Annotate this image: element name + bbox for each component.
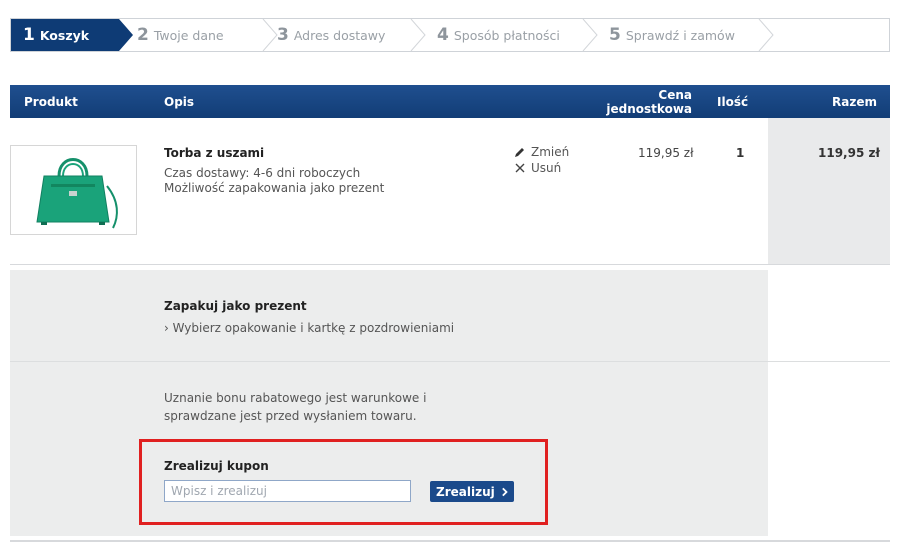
gift-wrap-availability: Możliwość zapakowania jako prezent <box>164 181 385 195</box>
total-column <box>768 118 890 265</box>
chevron-right-icon <box>501 487 508 496</box>
cart-item-row <box>10 118 890 265</box>
delivery-time: Czas dostawy: 4-6 dni roboczych <box>164 166 361 180</box>
step-label: Sposób płatności <box>453 27 560 43</box>
step-arrow <box>119 19 133 51</box>
step-label: Koszyk <box>39 27 90 43</box>
header-description: Opis <box>164 94 195 109</box>
header-unit-price-line1: Cena <box>658 87 692 102</box>
product-title[interactable]: Torba z uszami <box>164 146 264 160</box>
pencil-icon <box>515 148 524 157</box>
gift-wrap-side <box>768 270 890 362</box>
change-label: Zmień <box>531 145 570 159</box>
step-label: Twoje dane <box>153 27 224 43</box>
coupon-side <box>768 362 890 536</box>
header-unit-price-line2: jednostkowa <box>606 101 692 116</box>
remove-label: Usuń <box>531 161 562 175</box>
coupon-title: Zrealizuj kupon <box>164 459 269 473</box>
divider <box>10 540 890 542</box>
redeem-coupon-button[interactable]: Zrealizuj <box>430 481 514 502</box>
change-item-button[interactable]: Zmień <box>514 145 569 159</box>
step-label: Adres dostawy <box>293 27 386 43</box>
step-separator <box>582 19 598 51</box>
step-number: 2 <box>137 25 149 45</box>
step-label: Sprawdź i zamów <box>625 27 735 43</box>
item-total: 119,95 zł <box>818 146 880 160</box>
step-cart[interactable]: 1 Koszyk <box>11 19 119 51</box>
unit-price: 119,95 zł <box>638 146 694 160</box>
cart-table-header: Produkt Opis Cena jednostkowa Ilość Raze… <box>10 85 890 118</box>
step-number: 4 <box>437 25 449 45</box>
step-payment-method[interactable]: 4 Sposób płatności <box>437 19 560 51</box>
divider <box>10 264 890 265</box>
gift-wrap-section <box>10 270 768 361</box>
header-total: Razem <box>832 94 877 109</box>
step-review-order[interactable]: 5 Sprawdź i zamów <box>609 19 735 51</box>
redeem-button-label: Zrealizuj <box>436 484 495 499</box>
step-number: 1 <box>23 25 35 45</box>
step-number: 3 <box>277 25 289 45</box>
step-number: 5 <box>609 25 621 45</box>
quantity: 1 <box>736 146 745 160</box>
step-delivery-address[interactable]: 3 Adres dostawy <box>277 19 385 51</box>
step-personal-data[interactable]: 2 Twoje dane <box>137 19 224 51</box>
checkout-steps: 1 Koszyk 2 Twoje dane 3 Adres dostawy 4 … <box>10 18 890 52</box>
handbag-image <box>36 158 118 229</box>
remove-item-button[interactable]: Usuń <box>514 161 561 175</box>
header-unit-price: Cena jednostkowa <box>606 85 692 118</box>
product-image[interactable] <box>10 145 137 235</box>
header-product: Produkt <box>24 94 78 109</box>
step-separator <box>758 19 774 51</box>
choose-gift-wrap-link[interactable]: › Wybierz opakowanie i kartkę z pozdrowi… <box>164 321 454 335</box>
gift-wrap-title: Zapakuj jako prezent <box>164 299 307 313</box>
coupon-note: Uznanie bonu rabatowego jest warunkowe i… <box>164 391 427 423</box>
step-separator <box>410 19 426 51</box>
coupon-input[interactable] <box>164 480 411 502</box>
header-quantity: Ilość <box>717 94 749 109</box>
close-icon <box>515 163 525 173</box>
